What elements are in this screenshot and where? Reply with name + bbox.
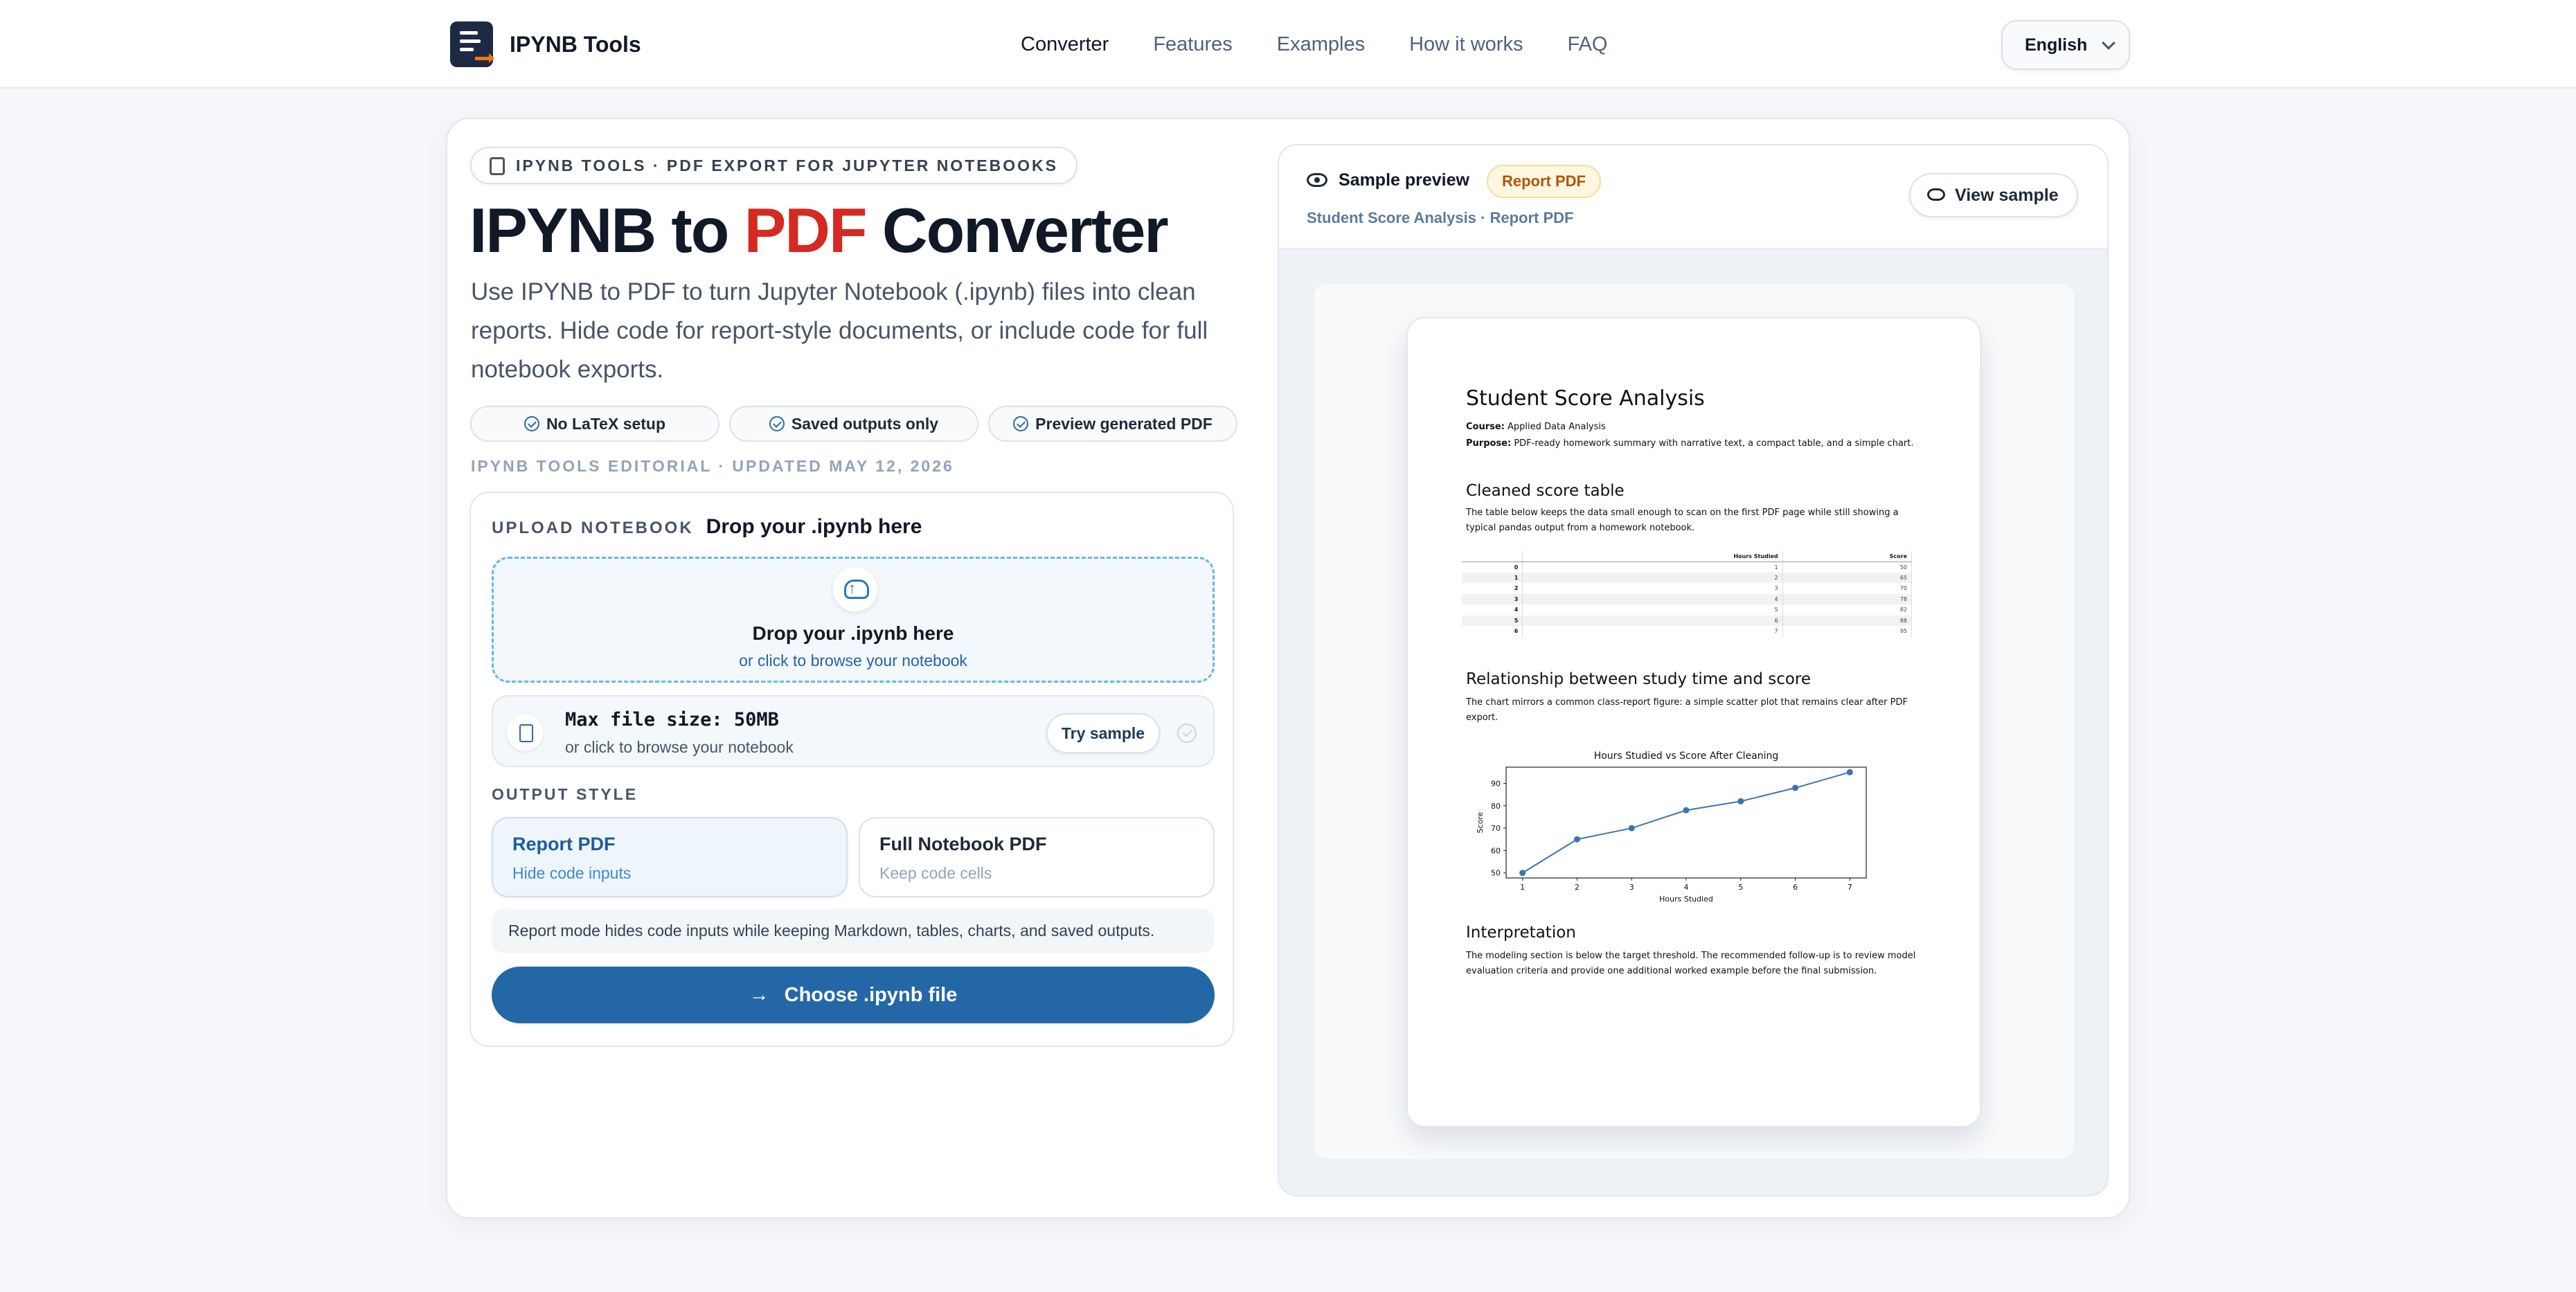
top-nav: IPYNB Tools Converter Features Examples … [0, 0, 2576, 89]
chart-data-point [1792, 784, 1799, 791]
chart-x-tick-label: 5 [1738, 883, 1743, 892]
doc-heading-interpretation: Interpretation [1466, 924, 1576, 942]
chevron-down-icon [2102, 36, 2116, 50]
doc-paragraph-table: The table below keeps the data small eno… [1466, 508, 1899, 533]
chip-saved-outputs: Saved outputs only [729, 406, 978, 442]
chart-y-axis-label: Score [1476, 811, 1485, 833]
nav-link-faq[interactable]: FAQ [1567, 28, 1607, 61]
mode-note: Report mode hides code inputs while keep… [492, 908, 1215, 953]
hero-pill: IPYNB TOOLS · PDF EXPORT FOR JUPYTER NOT… [470, 147, 1077, 184]
eye-icon [1307, 173, 1327, 187]
doc-heading-chart: Relationship between study time and scor… [1466, 670, 1812, 688]
check-circle-icon [1177, 724, 1197, 743]
chart-x-axis-label: Hours Studied [1659, 895, 1713, 904]
chart-x-tick-label: 7 [1848, 883, 1852, 892]
brand[interactable]: IPYNB Tools [450, 21, 641, 68]
chip-no-latex: No LaTeX setup [470, 406, 719, 442]
score-table: Hours Studied Score 0 1 50 1 2 65 2 3 70 3 4 78 … [1462, 551, 1913, 637]
preview-header: Sample preview Report PDF Student Score … [1279, 145, 2107, 249]
nav-link-features[interactable]: Features [1153, 28, 1232, 61]
option-report-pdf[interactable]: Report PDF Hide code inputs [492, 817, 848, 897]
table-header: Hours Studied [1522, 551, 1783, 562]
chart-title: Hours Studied vs Score After Cleaning [1594, 751, 1779, 762]
notebook-logo-icon [450, 21, 494, 67]
eye-icon [1927, 188, 1945, 201]
arrow-right-icon: → [749, 984, 769, 1006]
title-pdf-highlight: PDF [744, 196, 868, 266]
table-row: 0 1 50 [1462, 562, 1913, 573]
max-file-size: Max file size: 50MB [565, 709, 779, 730]
table-row: 1 2 65 [1462, 572, 1913, 583]
chart-x-tick-label: 3 [1629, 883, 1634, 892]
doc-paragraph-interpretation: The modeling section is below the target… [1466, 951, 1916, 976]
table-row: 6 7 95 [1462, 626, 1913, 637]
score-chart-svg: Hours Studied vs Score After Cleaning 1 2 3… [1476, 751, 1867, 904]
chart-data-point [1519, 870, 1526, 877]
file-dropzone[interactable]: Drop your .ipynb here or click to browse… [492, 557, 1215, 683]
check-circle-icon [769, 416, 785, 431]
chart-data-point [1737, 798, 1744, 805]
doc-purpose: Purpose: PDF-ready homework summary with… [1466, 438, 1914, 449]
nav-link-converter[interactable]: Converter [1021, 28, 1109, 61]
upload-header: UPLOAD NOTEBOOK Drop your .ipynb here [492, 515, 922, 538]
preview-subtitle: Student Score Analysis · Report PDF [1307, 209, 1574, 226]
output-style-label: OUTPUT STYLE [492, 785, 638, 803]
chart-y-tick-label: 60 [1491, 846, 1501, 855]
chart-data-point [1683, 807, 1690, 814]
table-row: 5 6 88 [1462, 615, 1913, 626]
preview-panel: Sample preview Report PDF Student Score … [1278, 144, 2109, 1196]
table-header [1462, 551, 1523, 562]
hero-card: IPYNB TOOLS · PDF EXPORT FOR JUPYTER NOT… [446, 118, 2130, 1219]
chart-y-tick-label: 80 [1491, 802, 1501, 811]
try-sample-button[interactable]: Try sample [1046, 713, 1160, 753]
doc-course: Course: Applied Data Analysis [1466, 422, 1606, 432]
language-select[interactable]: English [2001, 20, 2130, 70]
nav-link-how-it-works[interactable]: How it works [1409, 28, 1523, 61]
choose-file-button[interactable]: → Choose .ipynb file [492, 967, 1215, 1023]
table-header: Score [1782, 551, 1913, 562]
upload-panel: UPLOAD NOTEBOOK Drop your .ipynb here Dr… [469, 492, 1234, 1047]
view-sample-button[interactable]: View sample [1909, 173, 2078, 217]
hero-lead: Use IPYNB to PDF to turn Jupyter Noteboo… [471, 278, 1208, 383]
document-icon [490, 157, 505, 175]
nav-link-examples[interactable]: Examples [1277, 28, 1365, 61]
brand-name: IPYNB Tools [510, 31, 641, 57]
chart-y-tick-label: 70 [1491, 824, 1501, 833]
check-circle-icon [1013, 416, 1029, 431]
preview-stage: Student Score Analysis Course: Applied D… [1314, 284, 2074, 1159]
chip-preview-pdf: Preview generated PDF [988, 406, 1237, 442]
chart-x-tick-label: 2 [1575, 883, 1580, 892]
page-title: IPYNB to PDF Converter [469, 196, 1169, 266]
chart-y-tick-label: 50 [1491, 869, 1501, 878]
score-chart: Hours Studied vs Score After Cleaning 1 2 3… [1456, 748, 1886, 914]
pdf-page: Student Score Analysis Course: Applied D… [1406, 317, 1981, 1127]
chart-x-tick-label: 1 [1520, 883, 1525, 892]
table-row: 3 4 78 [1462, 593, 1913, 604]
preview-title: Sample preview [1339, 170, 1469, 190]
table-row: 2 3 70 [1462, 583, 1913, 594]
language-value: English [2025, 35, 2088, 55]
chart-plot-area [1505, 766, 1867, 879]
doc-title: Student Score Analysis [1466, 386, 1705, 411]
chart-data-point [1846, 769, 1853, 775]
chart-x-tick-label: 4 [1684, 883, 1689, 892]
chart-y-tick-label: 90 [1491, 779, 1501, 788]
preview-badge: Report PDF [1487, 165, 1601, 198]
cloud-upload-icon [833, 567, 877, 611]
chart-data-point [1573, 836, 1580, 843]
table-row: 4 5 82 [1462, 604, 1913, 616]
file-info-bar[interactable]: Max file size: 50MB or click to browse y… [492, 695, 1215, 767]
check-circle-icon [524, 416, 539, 431]
option-full-notebook-pdf[interactable]: Full Notebook PDF Keep code cells [859, 817, 1215, 897]
chart-x-tick-label: 6 [1793, 883, 1798, 892]
doc-paragraph-chart: The chart mirrors a common class-report … [1466, 697, 1908, 723]
editorial-byline: IPYNB TOOLS EDITORIAL · UPDATED MAY 12, … [471, 457, 954, 475]
doc-heading-table: Cleaned score table [1466, 482, 1625, 500]
feature-chips: No LaTeX setup Saved outputs only Previe… [470, 406, 1237, 442]
chart-data-point [1628, 825, 1635, 832]
nav-links: Converter Features Examples How it works… [1021, 28, 1607, 61]
file-icon [507, 715, 543, 751]
